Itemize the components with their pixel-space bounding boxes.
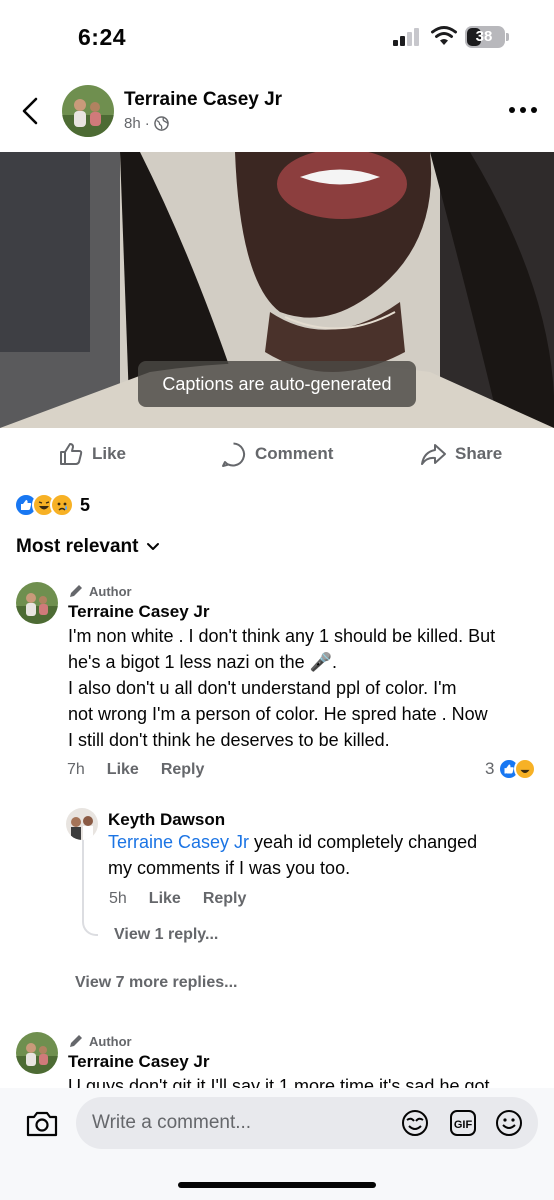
share-label: Share xyxy=(455,444,503,463)
author-avatar[interactable] xyxy=(62,85,114,137)
comment-line: I still don't think he deserves to be ki… xyxy=(68,730,390,750)
comment-line: not wrong I'm a person of color. He spre… xyxy=(68,704,488,724)
view-more-replies-link[interactable]: View 7 more replies... xyxy=(75,974,237,992)
reply-author-name[interactable]: Keyth Dawson xyxy=(108,810,225,830)
reply-time: 5h xyxy=(109,890,127,907)
comment-bubble-icon xyxy=(222,442,246,467)
author-badge-label: Author xyxy=(89,583,132,599)
reply-meta: 5h Like Reply xyxy=(109,890,246,908)
status-time: 6:24 xyxy=(78,24,127,50)
sort-label: Most relevant xyxy=(16,536,139,557)
globe-icon xyxy=(153,116,169,131)
post-header: Terraine Casey Jr 8h · xyxy=(0,80,554,150)
comment-like-button[interactable]: Like xyxy=(107,761,139,779)
like-label: Like xyxy=(92,444,127,463)
wifi-icon xyxy=(431,26,457,45)
like-button[interactable]: Like xyxy=(58,440,126,468)
comment-sort-dropdown[interactable]: Most relevant xyxy=(16,536,160,558)
battery-tip xyxy=(506,33,509,41)
comment-author-name[interactable]: Terraine Casey Jr xyxy=(68,1052,209,1072)
author-badge-label: Author xyxy=(89,1033,132,1049)
reaction-summary[interactable]: 5 xyxy=(14,492,90,518)
comment-composer: GIF xyxy=(0,1088,554,1200)
comment-label: Comment xyxy=(255,444,334,463)
thumbs-up-icon xyxy=(60,443,83,465)
comment-button[interactable]: Comment xyxy=(220,440,333,468)
battery-icon: 38 xyxy=(465,26,505,48)
commenter-avatar[interactable] xyxy=(16,582,58,624)
chevron-down-icon xyxy=(147,543,160,550)
post-author-name[interactable]: Terraine Casey Jr xyxy=(124,89,282,111)
reaction-count: 5 xyxy=(80,494,91,515)
status-bar: 6:24 38 xyxy=(0,0,554,75)
camera-icon[interactable] xyxy=(24,1108,60,1140)
comment-reply-button[interactable]: Reply xyxy=(161,761,205,779)
mention-link[interactable]: Terraine Casey Jr xyxy=(108,832,249,852)
post-actions: Like Comment Share xyxy=(0,428,554,480)
reply-like-button[interactable]: Like xyxy=(149,890,181,908)
battery-percent: 38 xyxy=(475,28,493,45)
comment-line: I'm non white . I don't think any 1 shou… xyxy=(68,626,496,646)
home-indicator xyxy=(178,1182,376,1188)
view-reply-link[interactable]: View 1 reply... xyxy=(114,926,218,944)
more-options-icon[interactable] xyxy=(505,100,541,120)
reply-line: my comments if I was you too. xyxy=(108,858,351,878)
meta-separator: · xyxy=(144,115,150,132)
pencil-icon xyxy=(70,585,82,597)
reply-thread-line xyxy=(82,832,98,936)
back-arrow-icon[interactable] xyxy=(14,94,48,128)
comment-input-box[interactable]: GIF xyxy=(76,1097,538,1149)
caption-notice: Captions are auto-generated xyxy=(138,361,416,407)
comment-time: 7h xyxy=(67,761,85,778)
comment-author-name[interactable]: Terraine Casey Jr xyxy=(68,602,209,622)
emoji-icon[interactable] xyxy=(494,1108,524,1138)
share-arrow-icon xyxy=(421,443,446,465)
sad-reaction-icon xyxy=(50,493,74,517)
comment-text: I'm non white . I don't think any 1 shou… xyxy=(68,623,495,753)
comment-line: I also don't u all don't understand ppl … xyxy=(68,678,457,698)
commenter-avatar[interactable] xyxy=(16,1032,58,1074)
reply-text: Terraine Casey Jr yeah id completely cha… xyxy=(108,829,477,881)
post-time: 8h xyxy=(124,115,141,132)
comment-reactions[interactable]: 3 xyxy=(485,758,537,780)
reply-avatar[interactable] xyxy=(66,808,98,840)
share-button[interactable]: Share xyxy=(420,440,502,468)
haha-reaction-icon xyxy=(514,758,537,780)
reply-reply-button[interactable]: Reply xyxy=(203,890,247,908)
reply-text-first: yeah id completely changed xyxy=(249,832,478,852)
svg-text:GIF: GIF xyxy=(454,1119,473,1131)
pencil-icon xyxy=(70,1035,82,1047)
comment-input[interactable] xyxy=(92,1097,392,1149)
comment-meta: 7h Like Reply xyxy=(67,761,204,779)
reply-line: Terraine Casey Jr yeah id completely cha… xyxy=(108,829,477,855)
avatar-sticker-icon[interactable] xyxy=(400,1108,430,1138)
author-badge: Author xyxy=(68,583,132,599)
author-badge: Author xyxy=(68,1033,132,1049)
video-player[interactable]: Captions are auto-generated xyxy=(0,152,554,428)
cellular-signal-icon xyxy=(393,28,423,46)
gif-icon[interactable]: GIF xyxy=(448,1108,478,1138)
post-meta: 8h · xyxy=(124,115,169,132)
comment-line: he's a bigot 1 less nazi on the 🎤. xyxy=(68,652,338,672)
comment-reaction-count: 3 xyxy=(485,759,495,778)
